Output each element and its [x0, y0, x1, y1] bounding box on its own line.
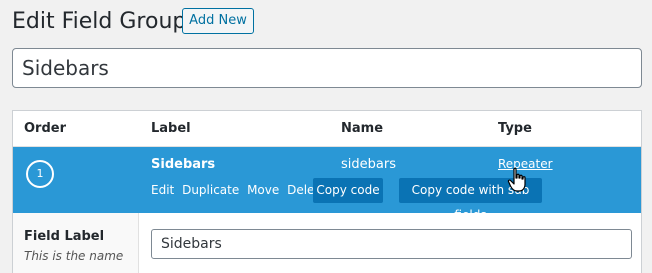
fields-header: Order Label Name Type	[13, 111, 641, 147]
column-header-label: Label	[151, 121, 191, 136]
field-settings-left: Field Label This is the name	[13, 213, 139, 273]
hand-pointer-icon	[507, 167, 526, 192]
field-group-title-input[interactable]: Sidebars	[12, 48, 642, 88]
field-name: sidebars	[341, 157, 396, 172]
edit-link[interactable]: Edit	[151, 183, 174, 197]
field-row[interactable]: 1 Sidebars sidebars Repeater Edit Duplic…	[13, 147, 641, 222]
row-actions: Edit Duplicate Move Delete	[151, 183, 331, 197]
fields-box: Order Label Name Type 1 Sidebars sidebar…	[12, 110, 642, 273]
field-label-hint: This is the name	[24, 249, 124, 263]
duplicate-link[interactable]: Duplicate	[182, 183, 239, 197]
copy-code-button[interactable]: Copy code	[313, 178, 383, 203]
field-label-link[interactable]: Sidebars	[151, 157, 215, 172]
field-label-title: Field Label	[24, 229, 105, 244]
field-order-circle[interactable]: 1	[26, 160, 54, 188]
column-header-order: Order	[24, 121, 66, 136]
field-label-input[interactable]: Sidebars	[151, 229, 632, 259]
move-link[interactable]: Move	[247, 183, 279, 197]
page-title: Edit Field Group	[12, 9, 187, 34]
column-header-type: Type	[498, 121, 532, 136]
column-header-name: Name	[341, 121, 384, 136]
add-new-button[interactable]: Add New	[182, 8, 254, 34]
